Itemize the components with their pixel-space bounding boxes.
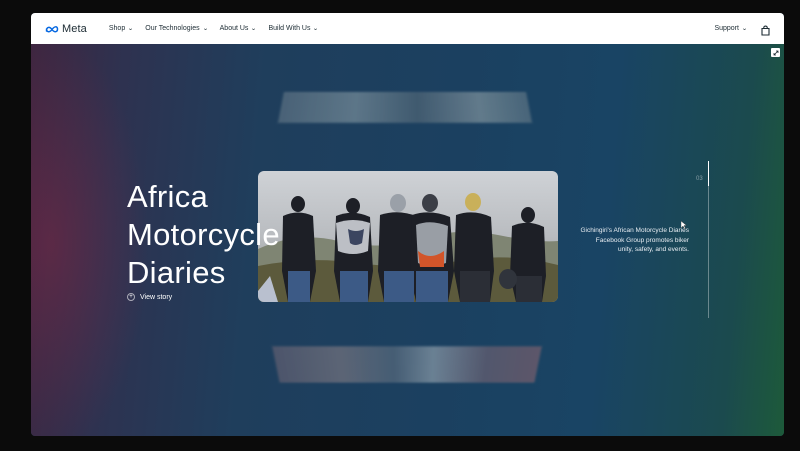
story-photo-motorcyclists — [258, 171, 558, 302]
menu-item-label: About Us — [219, 25, 249, 32]
menu-item-our-technologies[interactable]: Our Technologies ⌄ — [145, 25, 209, 32]
previous-slide-image[interactable] — [277, 91, 533, 123]
view-story-button[interactable]: + View story — [127, 293, 172, 301]
carousel-progress-track[interactable] — [708, 161, 709, 318]
chevron-down-icon: ⌄ — [127, 26, 134, 32]
carousel-progress-fill — [708, 161, 709, 187]
menu-item-label: Build With Us — [268, 25, 311, 32]
meta-infinity-icon — [45, 25, 59, 32]
menu-item-label: Shop — [108, 25, 126, 32]
chevron-down-icon: ⌄ — [250, 26, 257, 32]
logo-text: Meta — [62, 22, 87, 35]
menu-item-label: Our Technologies — [145, 25, 200, 32]
expand-icon[interactable] — [771, 48, 780, 57]
chevron-down-icon: ⌄ — [741, 26, 748, 32]
meta-logo[interactable]: Meta — [45, 23, 87, 35]
mouse-cursor-icon — [680, 220, 688, 231]
slide-number: 03 — [696, 176, 703, 182]
menu-item-about-us[interactable]: About Us ⌄ — [220, 25, 257, 32]
view-story-label: View story — [140, 293, 173, 301]
browser-viewport: Meta Shop ⌄ Our Technologies ⌄ About Us … — [31, 13, 784, 436]
chevron-down-icon: ⌄ — [202, 26, 209, 32]
top-navigation: Meta Shop ⌄ Our Technologies ⌄ About Us … — [31, 13, 784, 44]
chevron-down-icon: ⌄ — [312, 26, 320, 32]
hero-carousel: Africa Motorcycle Diaries + View story G… — [31, 44, 784, 436]
menu-item-shop[interactable]: Shop ⌄ — [108, 25, 134, 32]
story-title: Africa Motorcycle Diaries — [127, 179, 280, 290]
story-caption: Gichingiri's African Motorcycle Diaries … — [580, 227, 689, 253]
shopping-bag-icon[interactable] — [761, 23, 770, 36]
next-slide-image[interactable] — [272, 346, 542, 383]
menu-item-support[interactable]: Support ⌄ — [714, 25, 747, 32]
plus-circle-icon: + — [127, 293, 135, 301]
nav-right: Support ⌄ — [714, 23, 770, 36]
menu-item-label: Support — [714, 25, 739, 32]
main-menu: Shop ⌄ Our Technologies ⌄ About Us ⌄ Bui… — [109, 25, 319, 32]
menu-item-build-with-us[interactable]: Build With Us ⌄ — [268, 25, 320, 32]
